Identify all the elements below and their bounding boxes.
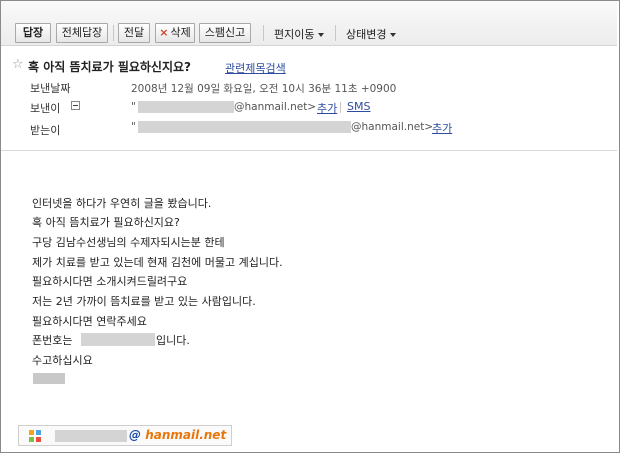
delete-label: 삭제 — [170, 26, 191, 39]
signature-email: @ hanmail.net — [129, 428, 226, 442]
body-line: 폰번호는 — [32, 334, 73, 347]
body-line: 인터넷을 하다가 우연히 글을 봤습니다. — [32, 197, 212, 210]
delete-x-icon: × — [159, 26, 169, 39]
to-domain: @hanmail.net> — [351, 121, 434, 133]
hanmail-signature-badge: @ hanmail.net — [18, 425, 232, 446]
to-quote: " — [131, 121, 136, 133]
body-line: 필요하시다면 연락주세요 — [32, 315, 147, 328]
delete-button[interactable]: × 삭제 — [155, 23, 195, 43]
body-line: 필요하시다면 소개시켜드릴려구요 — [32, 275, 188, 288]
redacted-sender-name — [138, 101, 234, 113]
reply-all-button[interactable]: 전체답장 — [56, 23, 108, 43]
move-menu[interactable]: 편지이동 — [274, 26, 325, 42]
from-quote: " — [131, 101, 136, 113]
reply-button[interactable]: 답장 — [15, 23, 51, 43]
toolbar-separator — [113, 25, 114, 41]
toolbar: 답장 전체답장 전달 × 삭제 스팸신고 편지이동 상태변경 — [1, 1, 617, 46]
signature-domain: hanmail.net — [145, 428, 227, 442]
move-menu-label: 편지이동 — [274, 28, 315, 41]
from-domain: @hanmail.net> — [234, 101, 317, 113]
status-menu-label: 상태변경 — [346, 28, 387, 41]
collapse-icon[interactable] — [71, 101, 80, 110]
daum-logo-icon — [29, 430, 41, 442]
redacted-phone-number — [81, 333, 155, 346]
related-subject-search-link[interactable]: 관련제목검색 — [225, 60, 286, 76]
link-separator — [340, 102, 341, 113]
body-line: 입니다. — [156, 334, 190, 347]
body-line: 구당 김남수선생님의 수제자되시는분 한테 — [32, 236, 225, 249]
date-label: 보낸날짜 — [30, 82, 71, 95]
body-line: 혹 아직 뜸치료가 필요하신지요? — [32, 216, 180, 229]
add-recipient-link[interactable]: 추가 — [432, 120, 452, 136]
toolbar-separator — [335, 25, 336, 41]
message-subject: 혹 아직 뜸치료가 필요하신지요? — [28, 60, 192, 74]
redacted-sender-signature — [33, 373, 65, 384]
spam-report-button[interactable]: 스팸신고 — [199, 23, 251, 43]
body-line: 저는 2년 가까이 뜸치료를 받고 있는 사람입니다. — [32, 295, 256, 308]
body-line: 수고하십시요 — [32, 354, 93, 367]
add-sender-link[interactable]: 추가 — [317, 100, 337, 116]
forward-button[interactable]: 전달 — [118, 23, 150, 43]
toolbar-separator — [263, 25, 264, 41]
chevron-down-icon — [390, 33, 397, 37]
header-divider — [1, 150, 617, 151]
redacted-signature-id — [55, 430, 127, 442]
to-label: 받는이 — [30, 124, 61, 137]
redacted-recipient — [138, 121, 351, 133]
star-icon[interactable]: ☆ — [12, 57, 24, 72]
chevron-down-icon — [318, 33, 325, 37]
signature-at: @ — [129, 428, 141, 442]
sent-date-value: 2008년 12월 09일 화요일, 오전 10시 36분 11초 +0900 — [131, 83, 397, 95]
sms-link[interactable]: SMS — [347, 100, 370, 113]
status-menu[interactable]: 상태변경 — [346, 26, 397, 42]
from-label: 보낸이 — [30, 102, 61, 115]
body-line: 제가 치료를 받고 있는데 현재 김천에 머물고 계십니다. — [32, 256, 283, 269]
